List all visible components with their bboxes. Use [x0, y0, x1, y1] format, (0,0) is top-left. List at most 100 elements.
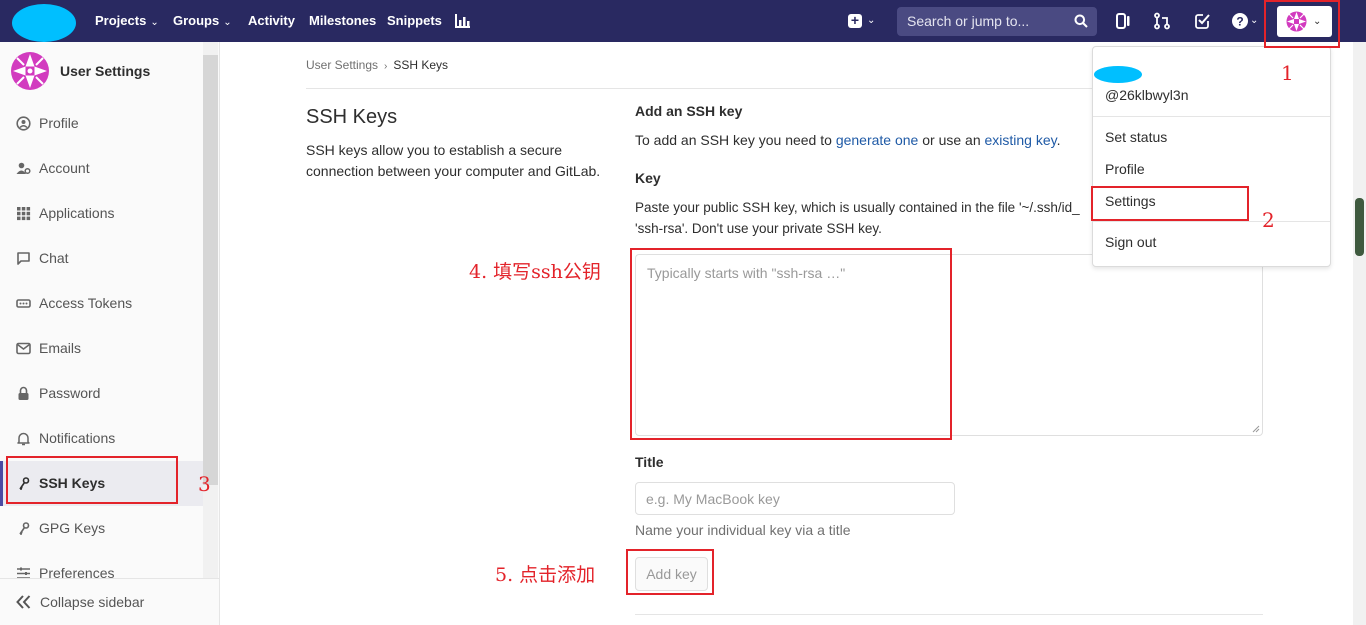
todo-checkbox-icon[interactable] [1193, 12, 1211, 30]
form-divider [635, 614, 1263, 615]
plus-icon: + [848, 13, 862, 28]
key-label: Key [635, 170, 661, 186]
breadcrumb-current[interactable]: SSH Keys [393, 58, 448, 72]
collapse-sidebar-button[interactable]: Collapse sidebar [0, 578, 219, 625]
sidebar-item-chat[interactable]: Chat [0, 236, 203, 281]
sidebar-item-gpg-keys[interactable]: GPG Keys [0, 506, 203, 551]
dropdown-item-profile[interactable]: Profile [1105, 161, 1145, 177]
sidebar-item-account[interactable]: Account [0, 146, 203, 191]
annotation-step-2: 2 [1262, 208, 1275, 232]
chevron-down-icon: ⌄ [150, 17, 159, 28]
page-description: SSH keys allow you to establish a secure… [306, 142, 601, 179]
chevron-down-icon: ⌄ [867, 15, 876, 26]
dropdown-item-set-status[interactable]: Set status [1105, 129, 1167, 145]
help-question-icon: ? [1232, 13, 1248, 29]
sidebar-item-label: GPG Keys [39, 520, 106, 536]
sidebar-item-emails[interactable]: Emails [0, 326, 203, 371]
resize-grip-icon[interactable] [1252, 425, 1260, 433]
dropdown-divider [1093, 116, 1330, 117]
add-ssh-key-help: To add an SSH key you need to generate o… [635, 132, 1061, 148]
access-tokens-icon [16, 299, 31, 308]
sidebar-item-label: Access Tokens [39, 295, 133, 311]
issues-icon[interactable] [1114, 12, 1132, 30]
username-redaction [1094, 66, 1142, 83]
collapse-sidebar-label: Collapse sidebar [40, 594, 145, 610]
key-help-line: 'ssh-rsa'. Don't use your private SSH ke… [635, 221, 882, 236]
add-help-text: . [1056, 132, 1061, 148]
page-scrollbar-thumb[interactable] [1355, 198, 1364, 256]
sidebar-scrollbar-thumb[interactable] [203, 55, 218, 485]
title-placeholder: e.g. My MacBook key [646, 491, 780, 507]
analytics-chart-icon[interactable] [455, 13, 471, 28]
chevron-down-icon: ⌄ [223, 17, 232, 28]
dropdown-divider [1093, 221, 1330, 222]
emails-icon [16, 342, 31, 355]
annotation-box-avatar [1264, 0, 1340, 48]
notifications-bell-icon [17, 432, 30, 446]
sidebar-item-label: Emails [39, 340, 82, 356]
user-dropdown-menu: @26klbwyl3n Set status Profile Settings … [1092, 46, 1331, 267]
sidebar-item-label: Chat [39, 250, 69, 266]
nav-groups-dropdown[interactable]: Groups ⌄ [173, 0, 232, 42]
sidebar-item-notifications[interactable]: Notifications [0, 416, 203, 461]
annotation-step-4: 4. 填写ssh公钥 [469, 261, 601, 283]
chevron-down-icon: ⌄ [1250, 15, 1259, 26]
help-dropdown[interactable]: ? ⌄ [1232, 12, 1264, 30]
annotation-box-ssh-keys [6, 456, 178, 504]
add-help-text: or use an [918, 132, 985, 148]
nav-groups-label: Groups [173, 13, 220, 28]
title-input[interactable]: e.g. My MacBook key [635, 482, 955, 515]
annotation-box-key-textarea [630, 248, 952, 440]
existing-key-link[interactable]: existing key [985, 132, 1057, 148]
title-label: Title [635, 454, 664, 470]
sidebar-item-applications[interactable]: Applications [0, 191, 203, 236]
nav-activity-link[interactable]: Activity [248, 0, 295, 42]
gitlab-logo[interactable] [12, 4, 76, 42]
nav-projects-label: Projects [95, 13, 147, 28]
nav-snippets-link[interactable]: Snippets [387, 0, 442, 42]
double-chevron-left-icon [16, 595, 31, 609]
chevron-right-icon: › [384, 61, 388, 72]
annotation-step-3: 3 [198, 472, 211, 496]
top-navbar: Projects ⌄ Groups ⌄ Activity Milestones Sn… [0, 0, 1366, 42]
search-placeholder: Search or jump to... [907, 13, 1030, 29]
add-ssh-key-heading: Add an SSH key [635, 103, 743, 119]
nav-milestones-link[interactable]: Milestones [309, 0, 376, 42]
settings-sidebar: User Settings Profile Account Applicatio… [0, 42, 220, 625]
annotation-step-5: 5. 点击添加 [495, 564, 596, 586]
key-help-line: Paste your public SSH key, which is usua… [635, 200, 1080, 215]
sidebar-header[interactable]: User Settings [0, 42, 203, 98]
dropdown-item-sign-out[interactable]: Sign out [1105, 234, 1156, 250]
sidebar-title: User Settings [60, 63, 151, 79]
user-avatar [11, 52, 49, 90]
page-title: SSH Keys [306, 106, 398, 128]
sidebar-item-label: Applications [39, 205, 115, 221]
search-input[interactable]: Search or jump to... [897, 7, 1097, 36]
sidebar-item-password[interactable]: Password [0, 371, 203, 416]
annotation-box-settings [1091, 186, 1249, 221]
sidebar-item-label: Password [39, 385, 101, 401]
applications-icon [17, 207, 31, 221]
nav-projects-dropdown[interactable]: Projects ⌄ [95, 0, 159, 42]
password-lock-icon [18, 386, 29, 400]
breadcrumb: User Settings › SSH Keys [306, 58, 448, 72]
generate-one-link[interactable]: generate one [836, 132, 919, 148]
key-help-text: Paste your public SSH key, which is usua… [635, 197, 1095, 239]
sidebar-item-profile[interactable]: Profile [0, 101, 203, 146]
chat-icon [17, 252, 30, 265]
merge-request-icon[interactable] [1153, 12, 1171, 30]
annotation-step-1: 1 [1281, 61, 1294, 85]
gpg-key-icon [19, 522, 30, 535]
breadcrumb-parent-link[interactable]: User Settings [306, 58, 378, 72]
dropdown-username[interactable]: @26klbwyl3n [1105, 87, 1188, 103]
new-item-dropdown[interactable]: + ⌄ [848, 13, 878, 29]
sidebar-item-label: Notifications [39, 430, 116, 446]
sidebar-item-label: Profile [39, 115, 79, 131]
account-icon [16, 162, 31, 175]
sidebar-item-label: Account [39, 160, 90, 176]
svg-text:?: ? [1236, 15, 1243, 29]
page-scrollbar[interactable] [1353, 42, 1366, 625]
sidebar-item-access-tokens[interactable]: Access Tokens [0, 281, 203, 326]
annotation-box-add-key [626, 549, 714, 595]
profile-icon [16, 116, 31, 131]
